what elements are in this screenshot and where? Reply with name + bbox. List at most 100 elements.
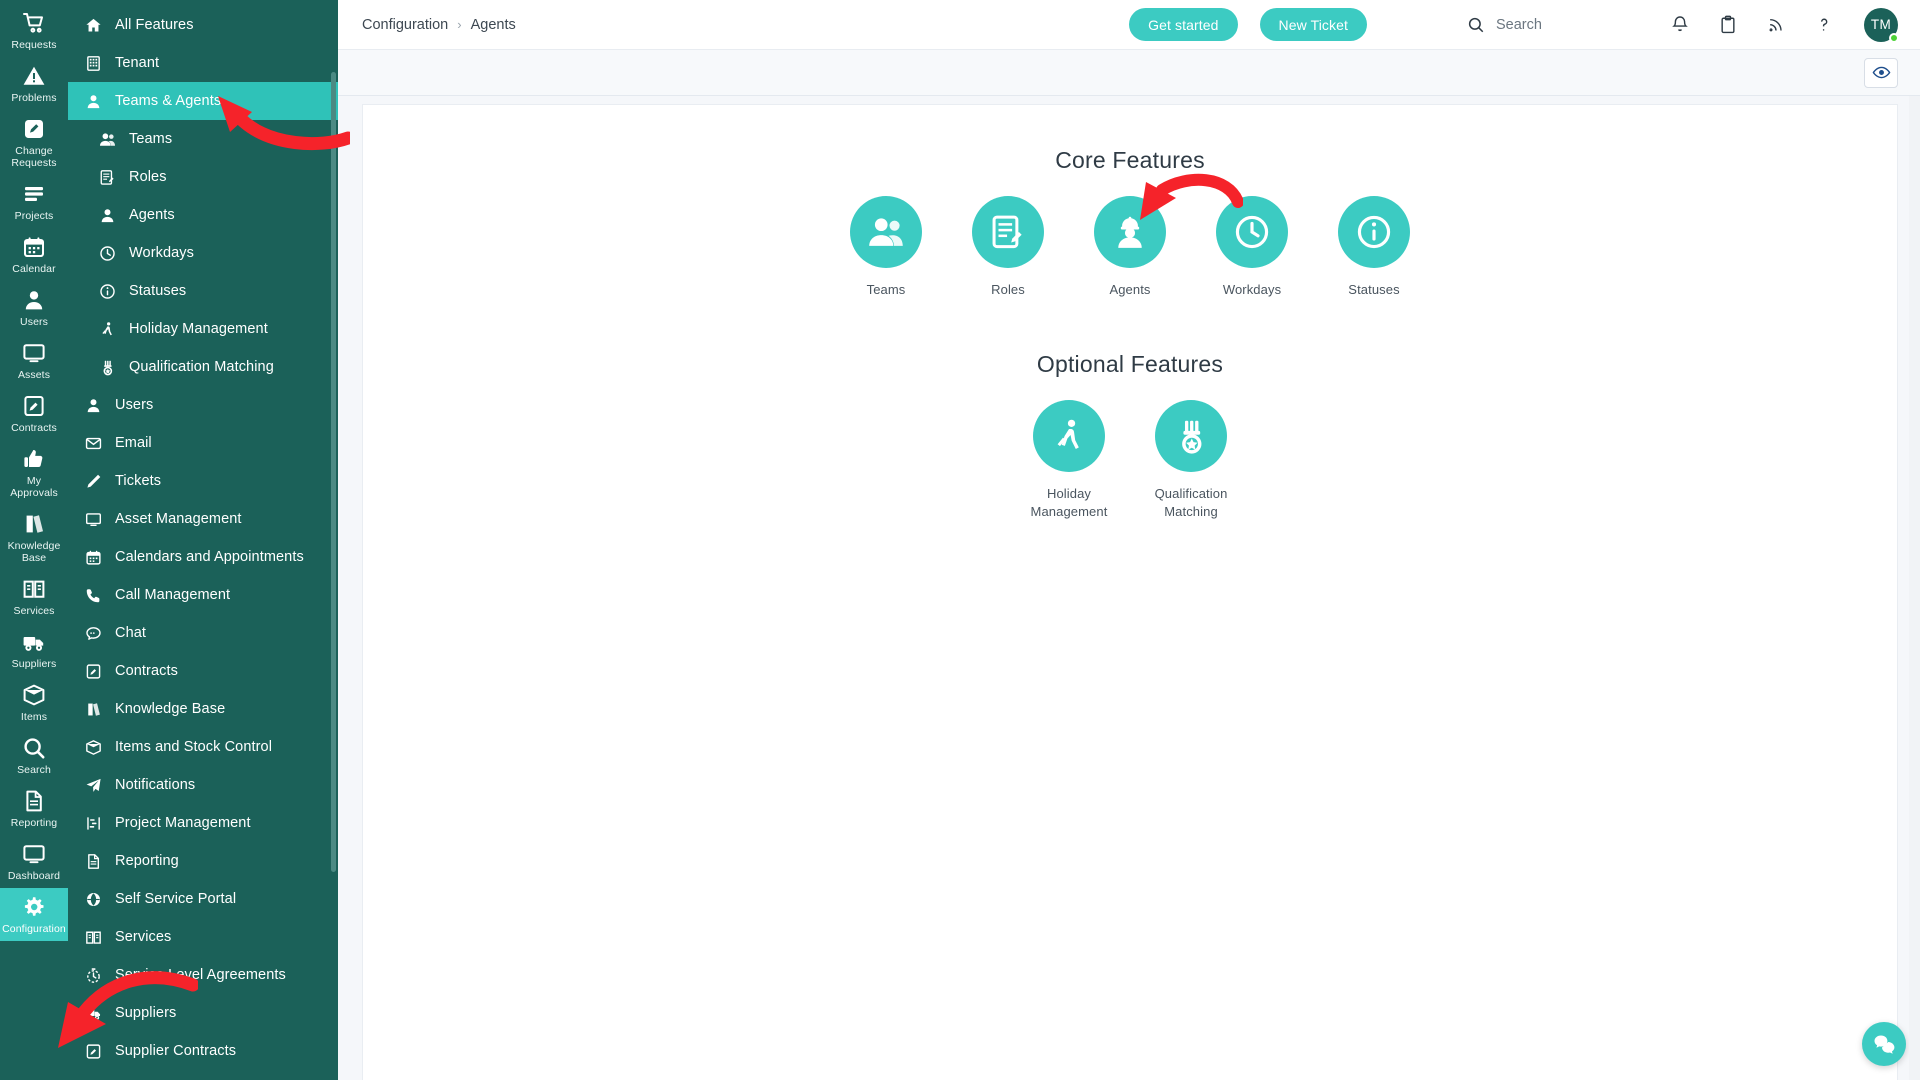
subnav-item-roles[interactable]: Roles bbox=[68, 158, 338, 196]
subnav-item-notifications[interactable]: Notifications bbox=[68, 766, 338, 804]
feature-tile-workdays[interactable]: Workdays bbox=[1197, 196, 1307, 299]
subnav-item-label: Suppliers bbox=[115, 1005, 176, 1021]
subnav-item-supplier-contracts[interactable]: Supplier Contracts bbox=[68, 1032, 338, 1070]
rail-item-assets[interactable]: Assets bbox=[0, 334, 68, 387]
subnav-item-asset-management[interactable]: Asset Management bbox=[68, 500, 338, 538]
feature-tile-label: Holiday Management bbox=[1014, 485, 1124, 521]
subnav-item-label: Email bbox=[115, 435, 152, 451]
subnav-item-label: Holiday Management bbox=[129, 321, 268, 337]
rail-item-label: Suppliers bbox=[12, 658, 57, 670]
rail-item-dashboard[interactable]: Dashboard bbox=[0, 835, 68, 888]
subnav-item-self-service-portal[interactable]: Self Service Portal bbox=[68, 880, 338, 918]
subnav-item-contracts[interactable]: Contracts bbox=[68, 652, 338, 690]
subnav-item-chat[interactable]: Chat bbox=[68, 614, 338, 652]
rss-icon[interactable] bbox=[1766, 14, 1786, 35]
feature-tile-label: Statuses bbox=[1348, 281, 1399, 299]
subnav-item-calendars-and-appointments[interactable]: Calendars and Appointments bbox=[68, 538, 338, 576]
breadcrumb-root[interactable]: Configuration bbox=[362, 17, 448, 33]
feature-tile-holiday-management[interactable]: Holiday Management bbox=[1014, 400, 1124, 521]
subnav-item-holiday-management[interactable]: Holiday Management bbox=[68, 310, 338, 348]
feature-tile-statuses[interactable]: Statuses bbox=[1319, 196, 1429, 299]
new-ticket-button[interactable]: New Ticket bbox=[1260, 8, 1367, 41]
rail-item-knowledge-base[interactable]: Knowledge Base bbox=[0, 505, 68, 570]
feature-tile-agents[interactable]: Agents bbox=[1075, 196, 1185, 299]
user-icon bbox=[22, 288, 46, 312]
subnav-item-users[interactable]: Users bbox=[68, 386, 338, 424]
search-input[interactable] bbox=[1496, 17, 1646, 33]
subnav-item-workdays[interactable]: Workdays bbox=[68, 234, 338, 272]
avatar[interactable]: TM bbox=[1864, 8, 1898, 42]
contract-pen-icon bbox=[22, 394, 46, 418]
roles-icon bbox=[972, 196, 1044, 268]
rail-item-calendar[interactable]: Calendar bbox=[0, 228, 68, 281]
subnav-item-service-level-agreements[interactable]: Service Level Agreements bbox=[68, 956, 338, 994]
rail-item-contracts[interactable]: Contracts bbox=[0, 387, 68, 440]
rail-item-suppliers[interactable]: Suppliers bbox=[0, 623, 68, 676]
rail-item-label: Change Requests bbox=[2, 145, 66, 169]
content-toolbar bbox=[338, 50, 1920, 96]
app-root: RequestsProblemsChange RequestsProjectsC… bbox=[0, 0, 1920, 1080]
rail-item-projects[interactable]: Projects bbox=[0, 175, 68, 228]
subnav-item-statuses[interactable]: Statuses bbox=[68, 272, 338, 310]
subnav-item-teams[interactable]: Teams bbox=[68, 120, 338, 158]
rail-item-problems[interactable]: Problems bbox=[0, 57, 68, 110]
subnav-item-items-and-stock-control[interactable]: Items and Stock Control bbox=[68, 728, 338, 766]
rail-item-label: Problems bbox=[11, 92, 56, 104]
subnav-item-knowledge-base[interactable]: Knowledge Base bbox=[68, 690, 338, 728]
rail-item-users[interactable]: Users bbox=[0, 281, 68, 334]
page-scrollbar[interactable] bbox=[1909, 96, 1920, 1080]
help-icon[interactable] bbox=[1814, 14, 1834, 35]
clipboard-icon[interactable] bbox=[1718, 14, 1738, 35]
main-region: Configuration › Agents Get started New T… bbox=[338, 0, 1920, 1080]
rail-item-configuration[interactable]: Configuration bbox=[0, 888, 68, 941]
user-icon bbox=[82, 395, 104, 415]
feature-tile-teams[interactable]: Teams bbox=[831, 196, 941, 299]
rail-item-search[interactable]: Search bbox=[0, 729, 68, 782]
subnav-item-reporting[interactable]: Reporting bbox=[68, 842, 338, 880]
subnav-item-tickets[interactable]: Tickets bbox=[68, 462, 338, 500]
feature-tile-roles[interactable]: Roles bbox=[953, 196, 1063, 299]
configuration-subnav: All FeaturesTenantTeams & AgentsTeamsRol… bbox=[68, 0, 338, 1080]
subnav-item-agents[interactable]: Agents bbox=[68, 196, 338, 234]
bell-icon[interactable] bbox=[1670, 14, 1690, 35]
subnav-item-services[interactable]: Services bbox=[68, 918, 338, 956]
books-icon bbox=[82, 699, 104, 719]
subnav-item-tenant[interactable]: Tenant bbox=[68, 44, 338, 82]
subnav-scrollbar[interactable] bbox=[331, 72, 336, 872]
walking-icon bbox=[96, 319, 118, 339]
subnav-item-label: Calendars and Appointments bbox=[115, 549, 304, 565]
subnav-item-project-management[interactable]: Project Management bbox=[68, 804, 338, 842]
rail-item-services[interactable]: Services bbox=[0, 570, 68, 623]
eye-icon bbox=[1872, 63, 1891, 82]
subnav-item-label: Service Level Agreements bbox=[115, 967, 286, 983]
subnav-item-qualification-matching[interactable]: Qualification Matching bbox=[68, 348, 338, 386]
subnav-item-label: Project Management bbox=[115, 815, 251, 831]
subnav-item-label: Workdays bbox=[129, 245, 194, 261]
subnav-item-teams-agents[interactable]: Teams & Agents bbox=[68, 82, 338, 120]
subnav-list: All FeaturesTenantTeams & AgentsTeamsRol… bbox=[68, 0, 338, 1080]
subnav-item-all-features[interactable]: All Features bbox=[68, 6, 338, 44]
rail-item-label: My Approvals bbox=[2, 475, 66, 499]
warning-icon bbox=[22, 64, 46, 88]
rail-item-requests[interactable]: Requests bbox=[0, 4, 68, 57]
preview-toggle-button[interactable] bbox=[1864, 58, 1898, 88]
get-started-button[interactable]: Get started bbox=[1129, 8, 1237, 41]
chat-fab-button[interactable] bbox=[1862, 1022, 1906, 1066]
optional-features-title: Optional Features bbox=[363, 351, 1897, 378]
subnav-item-call-management[interactable]: Call Management bbox=[68, 576, 338, 614]
search-icon bbox=[1467, 16, 1485, 34]
subnav-item-suppliers[interactable]: Suppliers bbox=[68, 994, 338, 1032]
subnav-item-label: Contracts bbox=[115, 663, 178, 679]
rail-item-items[interactable]: Items bbox=[0, 676, 68, 729]
subnav-item-label: Tickets bbox=[115, 473, 161, 489]
box-icon bbox=[22, 683, 46, 707]
rail-item-reporting[interactable]: Reporting bbox=[0, 782, 68, 835]
breadcrumb-separator-icon: › bbox=[457, 17, 461, 32]
subnav-item-email[interactable]: Email bbox=[68, 424, 338, 462]
breadcrumb-current[interactable]: Agents bbox=[471, 17, 516, 33]
rail-item-label: Reporting bbox=[11, 817, 57, 829]
walking-icon bbox=[1033, 400, 1105, 472]
rail-item-change-requests[interactable]: Change Requests bbox=[0, 110, 68, 175]
rail-item-my-approvals[interactable]: My Approvals bbox=[0, 440, 68, 505]
feature-tile-qualification-matching[interactable]: Qualification Matching bbox=[1136, 400, 1246, 521]
